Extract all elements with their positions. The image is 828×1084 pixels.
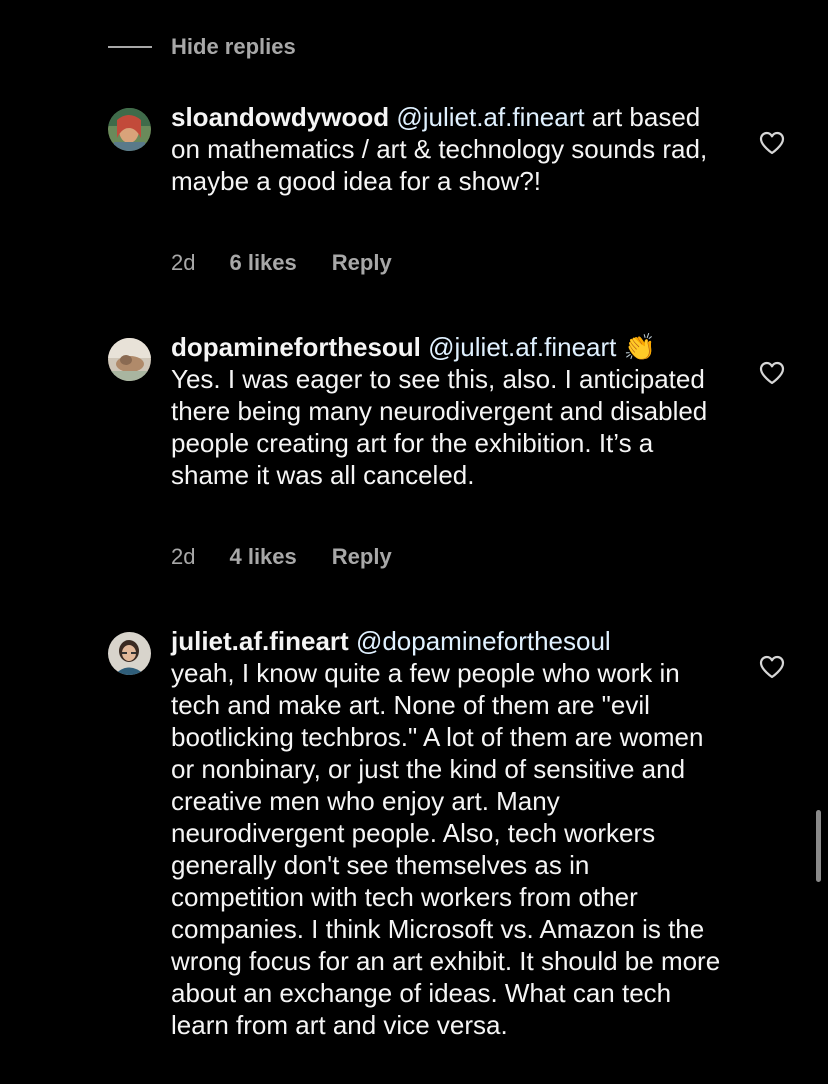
clapping-hands-emoji: 👏 — [623, 332, 657, 362]
comment-mention[interactable]: @dopamineforthesoul — [356, 626, 611, 656]
comment-username[interactable]: dopamineforthesoul — [171, 332, 421, 362]
avatar[interactable] — [108, 108, 151, 151]
heart-outline-icon[interactable] — [759, 131, 785, 155]
comment-mention[interactable]: @juliet.af.fineart — [428, 332, 616, 362]
comment-meta: 2d 6 likes Reply — [171, 250, 392, 276]
hide-replies-line — [108, 46, 152, 48]
comment-thread: Hide replies sloandowdywood @juliet.af.f… — [0, 0, 828, 1084]
comment-body: dopamineforthesoul @juliet.af.fineart 👏 … — [171, 331, 721, 491]
scrollbar[interactable] — [816, 810, 821, 882]
comment-username[interactable]: sloandowdywood — [171, 102, 389, 132]
heart-outline-icon[interactable] — [759, 361, 785, 385]
comment-meta: 2d 4 likes Reply — [171, 544, 392, 570]
comment-likes[interactable]: 4 likes — [229, 544, 296, 570]
comment-text: yeah, I know quite a few people who work… — [171, 658, 721, 1040]
comment-text: Yes. I was eager to see this, also. I an… — [171, 364, 708, 490]
hide-replies-button[interactable]: Hide replies — [108, 30, 296, 64]
avatar[interactable] — [108, 632, 151, 675]
avatar[interactable] — [108, 338, 151, 381]
heart-outline-icon[interactable] — [759, 655, 785, 679]
reply-button[interactable]: Reply — [332, 250, 392, 276]
comment-mention[interactable]: @juliet.af.fineart — [396, 102, 584, 132]
comment-body: juliet.af.fineart @dopamineforthesoul ye… — [171, 625, 721, 1041]
comment-username[interactable]: juliet.af.fineart — [171, 626, 349, 656]
comment-body: sloandowdywood @juliet.af.fineart art ba… — [171, 101, 721, 197]
hide-replies-label: Hide replies — [171, 34, 296, 59]
comment-time: 2d — [171, 250, 196, 275]
comment-time: 2d — [171, 544, 196, 569]
reply-button[interactable]: Reply — [332, 544, 392, 570]
comment-likes[interactable]: 6 likes — [229, 250, 296, 276]
